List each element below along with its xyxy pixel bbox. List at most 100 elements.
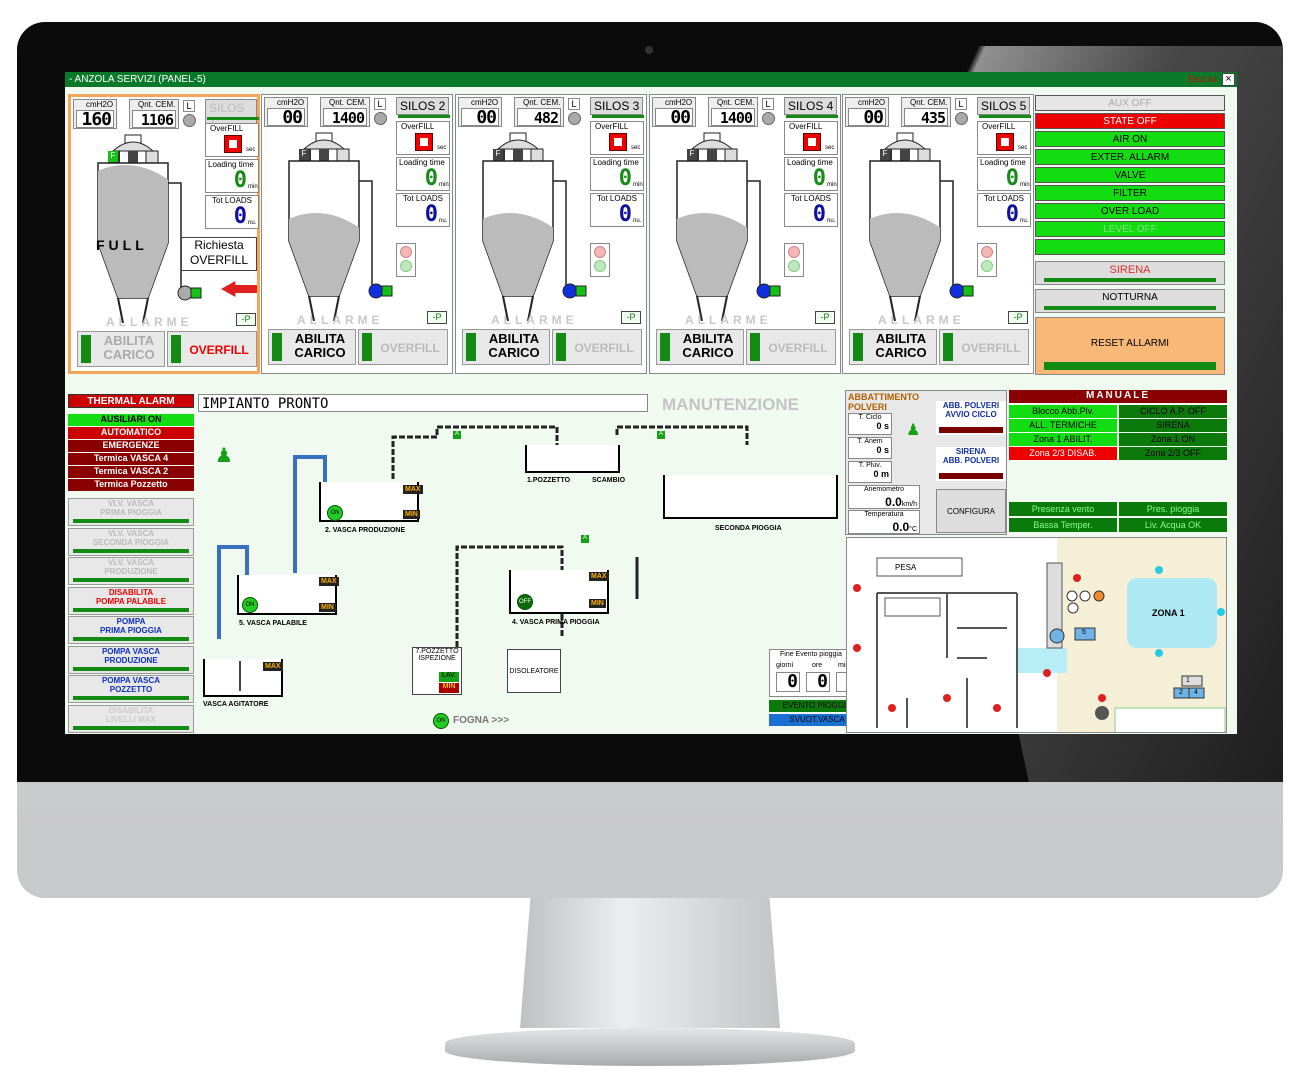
thermal-btn-6[interactable]: POMPA VASCA PRODUZIONE: [68, 645, 194, 674]
thermal-btn-l1: VLV. VASCA: [107, 528, 155, 538]
reset-allarmi-button[interactable]: RESET ALLARMI: [1035, 317, 1225, 375]
abilita-carico-button[interactable]: ABILITA CARICO: [268, 329, 356, 365]
anemometro-label: Anemometro: [863, 486, 905, 493]
thermal-btn-l2: PRODUZIONE: [104, 655, 158, 665]
manuale-right-2[interactable]: SIRENA: [1119, 419, 1227, 432]
overfill-strip: [556, 333, 566, 361]
manuale-right-4[interactable]: Zona 2/3 OFF: [1119, 447, 1227, 460]
silo-tag[interactable]: SILOS 4: [784, 97, 838, 115]
p-button[interactable]: -P: [236, 313, 256, 326]
silo-tag[interactable]: SILOS 5: [977, 97, 1031, 115]
manuale-bottom-right-1[interactable]: Pres. pioggia: [1119, 502, 1227, 516]
cmh2o-box: cmH2O 160: [73, 99, 117, 129]
tot-loads-label: Tot LOADS: [403, 194, 444, 203]
p-button[interactable]: -P: [815, 311, 835, 324]
abilita-strip: [466, 333, 476, 361]
abilita-l1: ABILITA: [875, 331, 927, 346]
overfill-button[interactable]: OVERFILL: [552, 329, 642, 365]
qnt-cem-value: 435: [904, 108, 948, 127]
abilita-carico-button[interactable]: ABILITA CARICO: [849, 329, 937, 365]
thermal-btn-l1: POMPA: [116, 617, 146, 626]
sirena-abb-button[interactable]: SIRENA ABB. POLVERI: [936, 447, 1006, 481]
map-num-1: 1: [1186, 677, 1190, 684]
manuale-bottom-left-1[interactable]: Presenza vento: [1009, 502, 1117, 516]
qnt-cem-label: Qnt. CEM.: [329, 98, 367, 107]
silo-panel-4: cmH2O 00 Qnt. CEM. 1400 L SILOS 4 OverFI…: [649, 94, 841, 374]
zona1-label[interactable]: ZONA 1: [1152, 608, 1185, 618]
reset-strip: [1044, 362, 1216, 370]
manuale-bottom-right-2[interactable]: Liv. Acqua OK: [1119, 518, 1227, 532]
overfill-button[interactable]: OVERFILL: [939, 329, 1029, 365]
configura-button[interactable]: CONFIGURA: [936, 489, 1006, 533]
vasca-agitatore-max: MAX: [263, 662, 283, 671]
abilita-carico-button[interactable]: ABILITA CARICO: [656, 329, 744, 365]
silo-tag[interactable]: SILOS 3: [590, 97, 644, 115]
overfill-box: OverFILL sec: [590, 121, 644, 155]
abbattimento-title-1: ABBATTIMENTO: [848, 392, 920, 402]
overfill-indicator: [996, 133, 1014, 151]
sirena-button[interactable]: SIRENA: [1035, 261, 1225, 285]
manuale-right-3[interactable]: Zona 1 ON: [1119, 433, 1227, 446]
abilita-carico-button[interactable]: ABILITA CARICO: [77, 331, 165, 367]
prima-pioggia-pump[interactable]: OFF: [517, 594, 533, 610]
thermal-btn-1[interactable]: VLV. VASCA PRIMA PIOGGIA: [68, 498, 194, 526]
p-button[interactable]: -P: [1008, 311, 1028, 324]
thermal-btn-7[interactable]: POMPA VASCA POZZETTO: [68, 675, 194, 703]
p-button[interactable]: -P: [621, 311, 641, 324]
thermal-btn-l1: POMPA VASCA: [101, 646, 161, 656]
status-level-off[interactable]: LEVEL OFF: [1035, 221, 1225, 237]
thermal-btn-strip: [73, 607, 189, 612]
overfill-button[interactable]: OVERFILL: [358, 329, 448, 365]
thermal-btn-4[interactable]: DISABILITA POMPA PALABILE: [68, 586, 194, 615]
valve-3-a: A: [581, 535, 589, 543]
status-state-off[interactable]: STATE OFF: [1035, 113, 1225, 129]
thermal-btn-5[interactable]: POMPA PRIMA PIOGGIA: [68, 616, 194, 644]
t-ciclo-label: T. Ciclo: [858, 414, 882, 421]
overfill-box: OverFILL sec: [205, 123, 259, 157]
abilita-strip: [853, 333, 863, 361]
thermal-btn-strip: [73, 637, 189, 641]
manuale-left-2[interactable]: ALL. TERMICHE: [1009, 419, 1117, 432]
overfill-strip: [750, 333, 760, 361]
vasca-palabile-pump[interactable]: ON: [242, 597, 258, 613]
manuale-left-1[interactable]: Blocco Abb.Plv.: [1009, 405, 1117, 418]
vasca-produzione-pump[interactable]: ON: [327, 505, 343, 521]
thermal-btn-l1: DISABILITA: [108, 587, 154, 597]
silo-tag[interactable]: SILOS 2: [396, 97, 450, 115]
status-aux-off[interactable]: AUX OFF: [1035, 95, 1225, 111]
fine-evento-title: Fine Evento pioggia: [780, 651, 842, 658]
tot-loads-label: Tot LOADS: [212, 196, 253, 205]
l-badge: L: [374, 98, 386, 110]
manuale-bottom-left-2[interactable]: Bassa Temper.: [1009, 518, 1117, 532]
allarme-label: ALLARME: [685, 313, 772, 327]
ore-label: ore: [812, 662, 823, 669]
manuale-right-1[interactable]: CICLO A.P. OFF: [1119, 405, 1227, 418]
thermal-btn-3[interactable]: VLV. VASCA PRODUZIONE: [68, 557, 194, 585]
overfill-button[interactable]: OVERFILL: [746, 329, 836, 365]
manuale-left-3[interactable]: Zona 1 ABILIT.: [1009, 433, 1117, 446]
status-over-load[interactable]: OVER LOAD: [1035, 203, 1225, 219]
status-filter[interactable]: FILTER: [1035, 185, 1225, 201]
abb-polveri-button[interactable]: ABB. POLVERI AVVIO CICLO: [936, 401, 1006, 435]
p-button[interactable]: -P: [427, 311, 447, 324]
overfill-button[interactable]: OVERFILL: [167, 331, 257, 367]
thermal-btn-8[interactable]: DISABILITA LIVELLI MAX: [68, 704, 194, 733]
status-air-on[interactable]: AIR ON: [1035, 131, 1225, 147]
allarme-label: ALLARME: [106, 315, 193, 329]
exit-label[interactable]: Esci xx: [1188, 72, 1217, 87]
pozzetto-ispezione-box: 7.POZZETTO ISPEZIONE LAV. MIN: [412, 647, 462, 695]
monitor-base: [445, 1028, 855, 1066]
richiesta-overfill-box[interactable]: Richiesta OVERFILL: [181, 237, 257, 271]
close-button[interactable]: ×: [1222, 73, 1235, 86]
nu-unit: nu.: [827, 218, 836, 224]
status-valve[interactable]: VALVE: [1035, 167, 1225, 183]
qnt-cem-value: 1400: [711, 108, 755, 127]
status-exter-allarm[interactable]: EXTER. ALLARM: [1035, 149, 1225, 165]
notturna-button[interactable]: NOTTURNA: [1035, 289, 1225, 313]
thermal-btn-2[interactable]: VLV. VASCA SECONDA PIOGGIA: [68, 527, 194, 556]
traffic-light: [590, 243, 610, 277]
fogna-pump[interactable]: ON: [433, 713, 449, 729]
manuale-left-4[interactable]: Zona 2/3 DISAB.: [1009, 447, 1117, 460]
abilita-carico-button[interactable]: ABILITA CARICO: [462, 329, 550, 365]
overfill-box: OverFILL sec: [396, 121, 450, 155]
